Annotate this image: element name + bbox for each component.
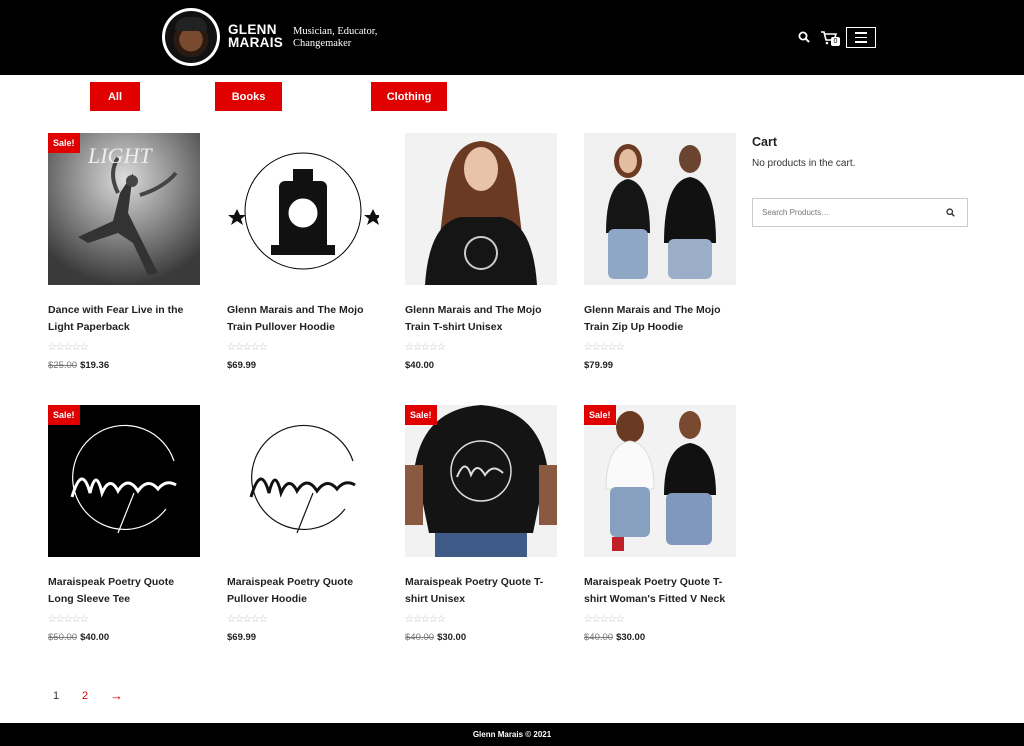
page-link-2[interactable]: 2 [82,690,88,702]
filter-books-button[interactable]: Books [215,82,282,111]
maraispeak-white-image [227,405,379,557]
rating-stars: ☆☆☆☆☆ [227,614,268,625]
site-brand[interactable]: GLENN MARAIS [228,23,284,50]
rating-stars: ☆☆☆☆☆ [584,342,625,353]
current-price: $69.99 [227,360,257,371]
rating-stars: ☆☆☆☆☆ [48,614,89,625]
product-image[interactable] [405,133,557,285]
rating-stars: ☆☆☆☆☆ [584,614,625,625]
search-icon[interactable] [946,208,955,217]
filter-clothing-button[interactable]: Clothing [371,82,447,111]
product-card[interactable]: LIGHT Sale! Dance with Fear Live in the … [48,133,201,372]
product-card[interactable]: Sale! Maraispeak Poetry Quote Long Sleev… [48,405,201,644]
product-card[interactable]: Maraispeak Poetry Quote Pullover Hoodie … [227,405,380,644]
product-title[interactable]: Maraispeak Poetry Quote Long Sleeve Tee [48,574,201,608]
product-card[interactable]: Glenn Marais and The Mojo Train Pullover… [227,133,380,372]
site-footer: Glenn Marais © 2021 [0,723,1024,746]
tagline-line-1: Musician, Educator, [293,26,378,37]
mojo-train-logo-image [227,133,379,285]
product-card[interactable]: Glenn Marais and The Mojo Train Zip Up H… [584,133,737,372]
woman-tshirt-photo [405,133,557,285]
cart-empty-message: No products in the cart. [752,158,856,169]
product-search-form [752,198,968,227]
product-title[interactable]: Maraispeak Poetry Quote T-shirt Woman's … [584,574,737,608]
current-price: $40.00 [405,360,435,371]
current-price: $30.00 [616,632,646,643]
product-price: $50.00 $40.00 [48,632,201,644]
product-image[interactable] [227,405,379,557]
product-title[interactable]: Glenn Marais and The Mojo Train Pullover… [227,302,380,336]
product-price: $40.00 [405,360,558,372]
product-image[interactable]: Sale! [48,405,200,557]
product-title[interactable]: Glenn Marais and The Mojo Train Zip Up H… [584,302,737,336]
footer-copyright: Glenn Marais © 2021 [472,730,552,739]
avatar-photo [165,11,217,63]
product-title[interactable]: Glenn Marais and The Mojo Train T-shirt … [405,302,558,336]
rating-stars: ☆☆☆☆☆ [227,342,268,353]
product-title[interactable]: Dance with Fear Live in the Light Paperb… [48,302,201,336]
next-page-arrow-icon[interactable]: → [110,688,123,703]
cart-count-badge: 0 [831,37,840,46]
sale-badge: Sale! [405,405,437,425]
man-back-tshirt-photo [405,405,557,557]
product-card[interactable]: Sale! Maraispeak Poetry Quote T-shirt Wo… [584,405,737,644]
original-price: $40.00 [584,632,614,643]
sale-badge: Sale! [584,405,616,425]
site-tagline: Musician, Educator, Changemaker [293,26,377,50]
product-image[interactable]: Sale! [405,405,557,557]
current-price: $19.36 [80,360,110,371]
rating-stars: ☆☆☆☆☆ [405,614,446,625]
current-price: $40.00 [80,632,110,643]
product-price: $79.99 [584,360,737,372]
couple-seated-photo [584,405,736,557]
site-header: GLENN MARAIS Musician, Educator, Changem… [0,0,1024,75]
product-price: $69.99 [227,360,380,372]
search-icon[interactable] [798,31,810,43]
original-price: $40.00 [405,632,435,643]
brand-line-2: MARAIS [228,35,284,50]
current-price: $79.99 [584,360,614,371]
product-price: $69.99 [227,632,380,644]
current-price: $30.00 [437,632,467,643]
product-price: $40.00 $30.00 [405,632,558,644]
product-title[interactable]: Maraispeak Poetry Quote Pullover Hoodie [227,574,380,608]
product-image[interactable]: LIGHT Sale! [48,133,200,285]
cart-widget-title: Cart [752,135,778,149]
current-price: $69.99 [227,632,257,643]
maraispeak-black-image [48,405,200,557]
page-current: 1 [53,690,60,702]
book-cover-image: LIGHT [48,133,200,285]
svg-text:LIGHT: LIGHT [87,143,153,168]
product-card[interactable]: Sale! Maraispeak Poetry Quote T-shirt Un… [405,405,558,644]
sale-badge: Sale! [48,405,80,425]
original-price: $25.00 [48,360,78,371]
hamburger-line [855,32,867,34]
hamburger-line [855,36,867,39]
tagline-line-2: Changemaker [293,38,352,49]
product-search-input[interactable] [753,199,933,226]
product-title[interactable]: Maraispeak Poetry Quote T-shirt Unisex [405,574,558,608]
product-price: $25.00 $19.36 [48,360,201,372]
product-image[interactable]: Sale! [584,405,736,557]
product-card[interactable]: Glenn Marais and The Mojo Train T-shirt … [405,133,558,372]
sale-badge: Sale! [48,133,80,153]
logo-avatar[interactable] [162,8,220,66]
couple-hoodie-photo [584,133,736,285]
filter-all-button[interactable]: All [90,82,140,111]
product-image[interactable] [227,133,379,285]
product-price: $40.00 $30.00 [584,632,737,644]
product-image[interactable] [584,133,736,285]
original-price: $50.00 [48,632,78,643]
hamburger-line [855,41,867,43]
menu-toggle-button[interactable] [846,27,876,48]
rating-stars: ☆☆☆☆☆ [48,342,89,353]
rating-stars: ☆☆☆☆☆ [405,342,446,353]
